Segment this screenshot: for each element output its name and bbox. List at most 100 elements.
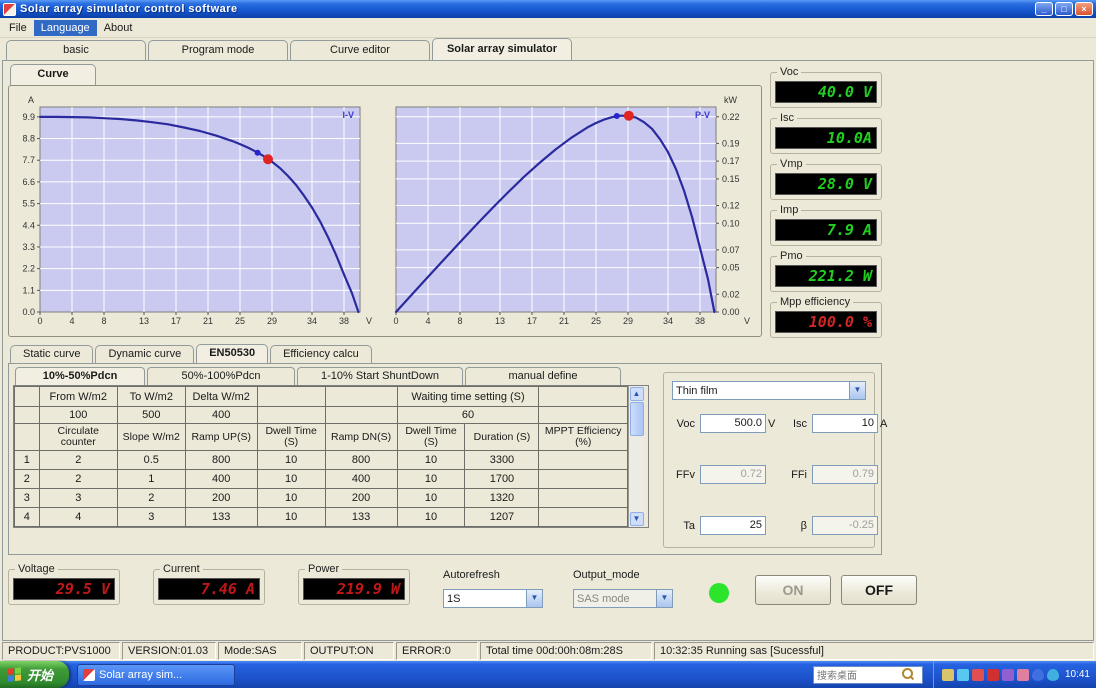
table-cell[interactable]: 2 <box>38 469 118 489</box>
tab-1-10-start-shuntdown[interactable]: 1-10% Start ShuntDown <box>297 367 463 385</box>
tray-icon[interactable] <box>941 668 954 681</box>
tab-dynamic-curve[interactable]: Dynamic curve <box>95 345 195 363</box>
tab-solar-array-simulator[interactable]: Solar array simulator <box>432 38 572 60</box>
shield-tray-icon[interactable] <box>1031 668 1044 681</box>
tray-icon[interactable] <box>956 668 969 681</box>
tab-10-50-pdcn[interactable]: 10%-50%Pdcn <box>15 367 145 385</box>
tray-icon[interactable] <box>1016 668 1029 681</box>
table-row: 4 4 3 133 10 133 10 1207 <box>14 507 628 527</box>
desktop-search-box[interactable] <box>812 665 923 684</box>
table-cell[interactable]: 400 <box>324 469 398 489</box>
tab-manual-define[interactable]: manual define <box>465 367 621 385</box>
scroll-down-icon[interactable]: ▼ <box>629 512 644 526</box>
table-cell[interactable]: 10 <box>256 469 326 489</box>
table-cell[interactable]: 1320 <box>464 488 540 508</box>
table-cell[interactable]: 400 <box>184 469 258 489</box>
imp-groupbox: Imp 7.9 A <box>770 204 882 246</box>
table-cell[interactable]: 0.5 <box>116 450 186 470</box>
table-cell[interactable] <box>538 450 628 470</box>
menu-language[interactable]: Language <box>33 19 97 36</box>
minimize-button[interactable]: _ <box>1035 2 1053 16</box>
shield-tray-icon[interactable] <box>1046 668 1059 681</box>
table-cell[interactable]: 2 <box>116 488 186 508</box>
table-cell[interactable]: 10 <box>256 450 326 470</box>
start-button[interactable]: 开始 <box>0 661 70 688</box>
table-cell[interactable]: 1 <box>116 469 186 489</box>
col-circulate-counter: Circulate counter <box>38 423 118 451</box>
menu-about[interactable]: About <box>97 20 140 36</box>
status-total-time: Total time 00d:00h:08m:28S <box>480 642 652 660</box>
menu-file[interactable]: File <box>2 20 34 36</box>
voltage-display: 29.5 V <box>13 578 115 600</box>
tab-curve-editor[interactable]: Curve editor <box>290 40 430 60</box>
value-from[interactable]: 100 <box>38 406 118 424</box>
param-isc-input[interactable]: 10 <box>812 414 878 433</box>
value-to[interactable]: 500 <box>116 406 186 424</box>
param-isc-label: Isc <box>792 417 807 430</box>
chevron-down-icon[interactable]: ▼ <box>526 590 542 607</box>
tab-curve[interactable]: Curve <box>10 64 96 85</box>
scrollbar-thumb[interactable] <box>629 402 644 436</box>
table-cell[interactable]: 2 <box>38 450 118 470</box>
module-type-select[interactable]: Thin film ▼ <box>672 381 866 400</box>
start-button-label: 开始 <box>27 668 54 683</box>
table-cell[interactable] <box>538 507 628 527</box>
table-cell[interactable]: 10 <box>256 507 326 527</box>
tab-50-100-pdcn[interactable]: 50%-100%Pdcn <box>147 367 295 385</box>
svg-text:0.05: 0.05 <box>722 263 740 273</box>
svg-text:V: V <box>744 316 750 326</box>
table-cell[interactable]: 200 <box>184 488 258 508</box>
taskbar-app-button[interactable]: Solar array sim... <box>77 663 236 686</box>
table-body: 1 2 0.5 800 10 800 10 3300 2 2 1 400 10 400 10 1700 3 3 2 2… <box>14 450 628 527</box>
autorefresh-select[interactable]: 1S ▼ <box>443 589 543 608</box>
table-cell[interactable]: 1207 <box>464 507 540 527</box>
tab-basic[interactable]: basic <box>6 40 146 60</box>
svg-text:0.22: 0.22 <box>722 112 740 122</box>
table-cell[interactable]: 3 <box>38 488 118 508</box>
table-cell[interactable]: 800 <box>184 450 258 470</box>
autorefresh-label: Autorefresh <box>443 569 500 581</box>
table-cell[interactable]: 10 <box>396 450 466 470</box>
search-input[interactable] <box>813 669 902 680</box>
table-cell[interactable]: 10 <box>396 488 466 508</box>
tab-efficiency-calcu[interactable]: Efficiency calcu <box>270 345 372 363</box>
search-icon[interactable] <box>901 668 915 681</box>
value-waiting-time[interactable]: 60 <box>396 406 540 424</box>
table-cell[interactable]: 4 <box>38 507 118 527</box>
table-cell[interactable]: 10 <box>256 488 326 508</box>
tray-icon[interactable] <box>1001 668 1014 681</box>
table-cell[interactable]: 3 <box>116 507 186 527</box>
maximize-button[interactable]: □ <box>1055 2 1073 16</box>
status-output: OUTPUT:ON <box>304 642 394 660</box>
tab-program-mode[interactable]: Program mode <box>148 40 288 60</box>
param-voc-input[interactable]: 500.0 <box>700 414 766 433</box>
table-cell[interactable]: 800 <box>324 450 398 470</box>
table-cell[interactable]: 200 <box>324 488 398 508</box>
output-status-indicator <box>709 583 729 603</box>
table-cell[interactable]: 1700 <box>464 469 540 489</box>
current-groupbox: Current 7.46 A <box>153 563 265 605</box>
table-cell[interactable] <box>538 488 628 508</box>
tray-icon[interactable] <box>971 668 984 681</box>
table-cell[interactable]: 3300 <box>464 450 540 470</box>
scroll-up-icon[interactable]: ▲ <box>629 387 644 401</box>
svg-text:8.8: 8.8 <box>22 134 35 144</box>
table-scrollbar[interactable]: ▲ ▼ <box>628 386 644 527</box>
tray-icon[interactable] <box>986 668 999 681</box>
off-button[interactable]: OFF <box>841 575 917 605</box>
tab-en50530[interactable]: EN50530 <box>196 344 269 363</box>
table-cell[interactable]: 133 <box>184 507 258 527</box>
param-ta-input[interactable]: 25 <box>700 516 766 535</box>
chevron-down-icon[interactable]: ▼ <box>849 382 865 399</box>
close-button[interactable]: × <box>1075 2 1093 16</box>
status-mode: Mode:SAS <box>218 642 302 660</box>
table-cell[interactable]: 10 <box>396 507 466 527</box>
status-error: ERROR:0 <box>396 642 478 660</box>
table-cell[interactable]: 10 <box>396 469 466 489</box>
value-delta[interactable]: 400 <box>184 406 258 424</box>
table-cell[interactable]: 133 <box>324 507 398 527</box>
tab-static-curve[interactable]: Static curve <box>10 345 94 363</box>
table-corner-cell <box>14 386 40 407</box>
table-cell[interactable] <box>538 469 628 489</box>
svg-text:8: 8 <box>101 316 106 326</box>
